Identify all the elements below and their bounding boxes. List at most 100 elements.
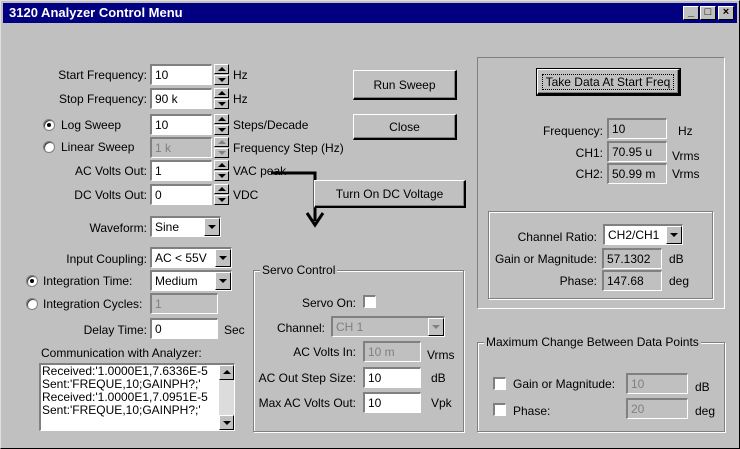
frequency-label: Frequency: [542, 124, 603, 138]
chevron-down-icon[interactable] [215, 249, 231, 267]
start-frequency-label: Start Frequency: [58, 68, 147, 82]
frequency-readout: 10 [607, 118, 667, 139]
ac-out-step-size-field[interactable]: 10 [363, 367, 421, 388]
delay-time-field[interactable]: 0 [150, 318, 218, 339]
stop-frequency-unit: Hz [233, 92, 248, 106]
gain-magnitude-readout: 57.1302 [602, 248, 662, 269]
waveform-select[interactable]: Sine [150, 216, 221, 237]
channel-ratio-select[interactable]: CH2/CH1 [603, 224, 683, 245]
max-change-phase-checkbox[interactable] [493, 403, 506, 416]
ac-volts-in-unit: Vrms [427, 348, 455, 362]
phase-label: Phase: [559, 274, 597, 288]
title-bar[interactable]: 3120 Analyzer Control Menu _ □ × [3, 3, 737, 23]
window-title: 3120 Analyzer Control Menu [9, 5, 183, 20]
delay-time-label: Delay Time: [83, 323, 147, 337]
stop-frequency-spinner[interactable] [214, 88, 229, 109]
integration-cycles-radio[interactable] [26, 298, 38, 310]
ac-volts-out-field[interactable]: 1 [150, 160, 212, 181]
run-sweep-button[interactable]: Run Sweep [353, 70, 457, 100]
ch1-unit: Vrms [672, 149, 700, 163]
ac-volts-in-field[interactable]: 10 m [363, 341, 421, 362]
max-change-gain-checkbox[interactable] [493, 377, 506, 390]
maximize-button[interactable]: □ [700, 6, 716, 20]
chevron-down-icon[interactable] [666, 226, 682, 244]
channel-label: Channel: [276, 321, 325, 335]
chevron-down-icon[interactable] [428, 318, 444, 336]
gain-magnitude-unit: dB [669, 252, 684, 266]
max-change-gain-label[interactable]: Gain or Magnitude: [513, 377, 615, 391]
ch1-readout: 70.95 u [607, 141, 667, 162]
linear-sweep-label[interactable]: Linear Sweep [61, 140, 134, 154]
waveform-label: Waveform: [89, 221, 147, 235]
steps-per-decade-spinner[interactable] [214, 114, 229, 135]
ac-out-step-size-label: AC Out Step Size: [258, 371, 356, 385]
chevron-down-icon[interactable] [204, 218, 220, 236]
start-frequency-unit: Hz [233, 68, 248, 82]
ac-out-step-size-unit: dB [431, 371, 446, 385]
frequency-step-spinner[interactable] [214, 137, 229, 158]
log-line: Sent:'FREQUE,10;GAINPH?;' [42, 403, 201, 417]
ch1-label: CH1: [575, 146, 603, 160]
scroll-down-icon[interactable] [219, 415, 234, 430]
integration-time-select[interactable]: Medium [150, 270, 232, 291]
dc-volts-out-field[interactable]: 0 [150, 184, 212, 205]
channel-value: CH 1 [336, 320, 364, 334]
take-data-button[interactable]: Take Data At Start Freq [536, 68, 681, 96]
integration-cycles-label[interactable]: Integration Cycles: [43, 297, 142, 311]
input-coupling-value: AC < 55V [155, 251, 207, 265]
gain-magnitude-label: Gain or Magnitude: [494, 252, 597, 266]
ch2-unit: Vrms [672, 167, 700, 181]
start-frequency-field[interactable]: 10 [150, 64, 212, 85]
log-scrollbar[interactable] [219, 365, 234, 430]
communication-log[interactable]: Received:'1.0000E1,7.6336E-5 Sent:'FREQU… [39, 363, 235, 431]
max-change-phase-field[interactable]: 20 [626, 398, 688, 419]
servo-on-checkbox[interactable] [363, 295, 376, 308]
delay-time-unit: Sec [224, 323, 245, 337]
dc-volts-out-label: DC Volts Out: [74, 188, 147, 202]
steps-per-decade-field[interactable]: 10 [150, 114, 212, 135]
max-ac-volts-out-field[interactable]: 10 [363, 392, 421, 413]
frequency-step-field[interactable]: 1 k [150, 137, 212, 158]
take-data-label: Take Data At Start Freq [541, 74, 675, 90]
max-change-title: Maximum Change Between Data Points [484, 335, 701, 349]
input-coupling-select[interactable]: AC < 55V [150, 247, 232, 268]
integration-time-value: Medium [155, 274, 198, 288]
channel-ratio-label: Channel Ratio: [517, 230, 597, 244]
close-window-button[interactable]: × [718, 6, 734, 20]
servo-on-label: Servo On: [301, 296, 356, 310]
dc-volts-out-unit: VDC [233, 188, 259, 202]
scroll-up-icon[interactable] [219, 365, 234, 380]
max-change-phase-unit: deg [695, 404, 716, 418]
ac-volts-out-spinner[interactable] [214, 160, 229, 181]
log-sweep-radio[interactable] [43, 119, 55, 131]
ac-volts-out-label: AC Volts Out: [74, 164, 147, 178]
max-ac-volts-out-unit: Vpk [431, 396, 452, 410]
start-frequency-spinner[interactable] [214, 64, 229, 85]
turn-on-dc-voltage-button[interactable]: Turn On DC Voltage [314, 180, 466, 208]
max-change-gain-field[interactable]: 10 [626, 373, 688, 394]
dc-volts-out-spinner[interactable] [214, 184, 229, 205]
ch2-readout: 50.99 m [607, 163, 667, 184]
input-coupling-label: Input Coupling: [66, 252, 147, 266]
waveform-value: Sine [155, 220, 180, 234]
channel-select[interactable]: CH 1 [331, 316, 445, 337]
integration-time-radio[interactable] [26, 275, 38, 287]
stop-frequency-field[interactable]: 90 k [150, 88, 212, 109]
channel-ratio-value: CH2/CH1 [608, 228, 660, 242]
max-ac-volts-out-label: Max AC Volts Out: [258, 396, 356, 410]
phase-unit: deg [669, 274, 690, 288]
linear-sweep-radio[interactable] [43, 141, 55, 153]
integration-time-label[interactable]: Integration Time: [43, 274, 132, 288]
analyzer-window: 3120 Analyzer Control Menu _ □ × Start F… [0, 0, 740, 449]
minimize-button[interactable]: _ [683, 6, 699, 20]
log-sweep-label[interactable]: Log Sweep [61, 118, 121, 132]
communication-label: Communication with Analyzer: [41, 346, 202, 360]
chevron-down-icon[interactable] [215, 272, 231, 290]
servo-control-title: Servo Control [260, 263, 338, 277]
ch2-label: CH2: [575, 167, 603, 181]
stop-frequency-label: Stop Frequency: [58, 92, 147, 106]
integration-cycles-field[interactable]: 1 [150, 293, 218, 314]
close-button[interactable]: Close [353, 114, 457, 140]
max-change-phase-label[interactable]: Phase: [513, 404, 550, 418]
ac-volts-in-label: AC Volts In: [293, 345, 356, 359]
